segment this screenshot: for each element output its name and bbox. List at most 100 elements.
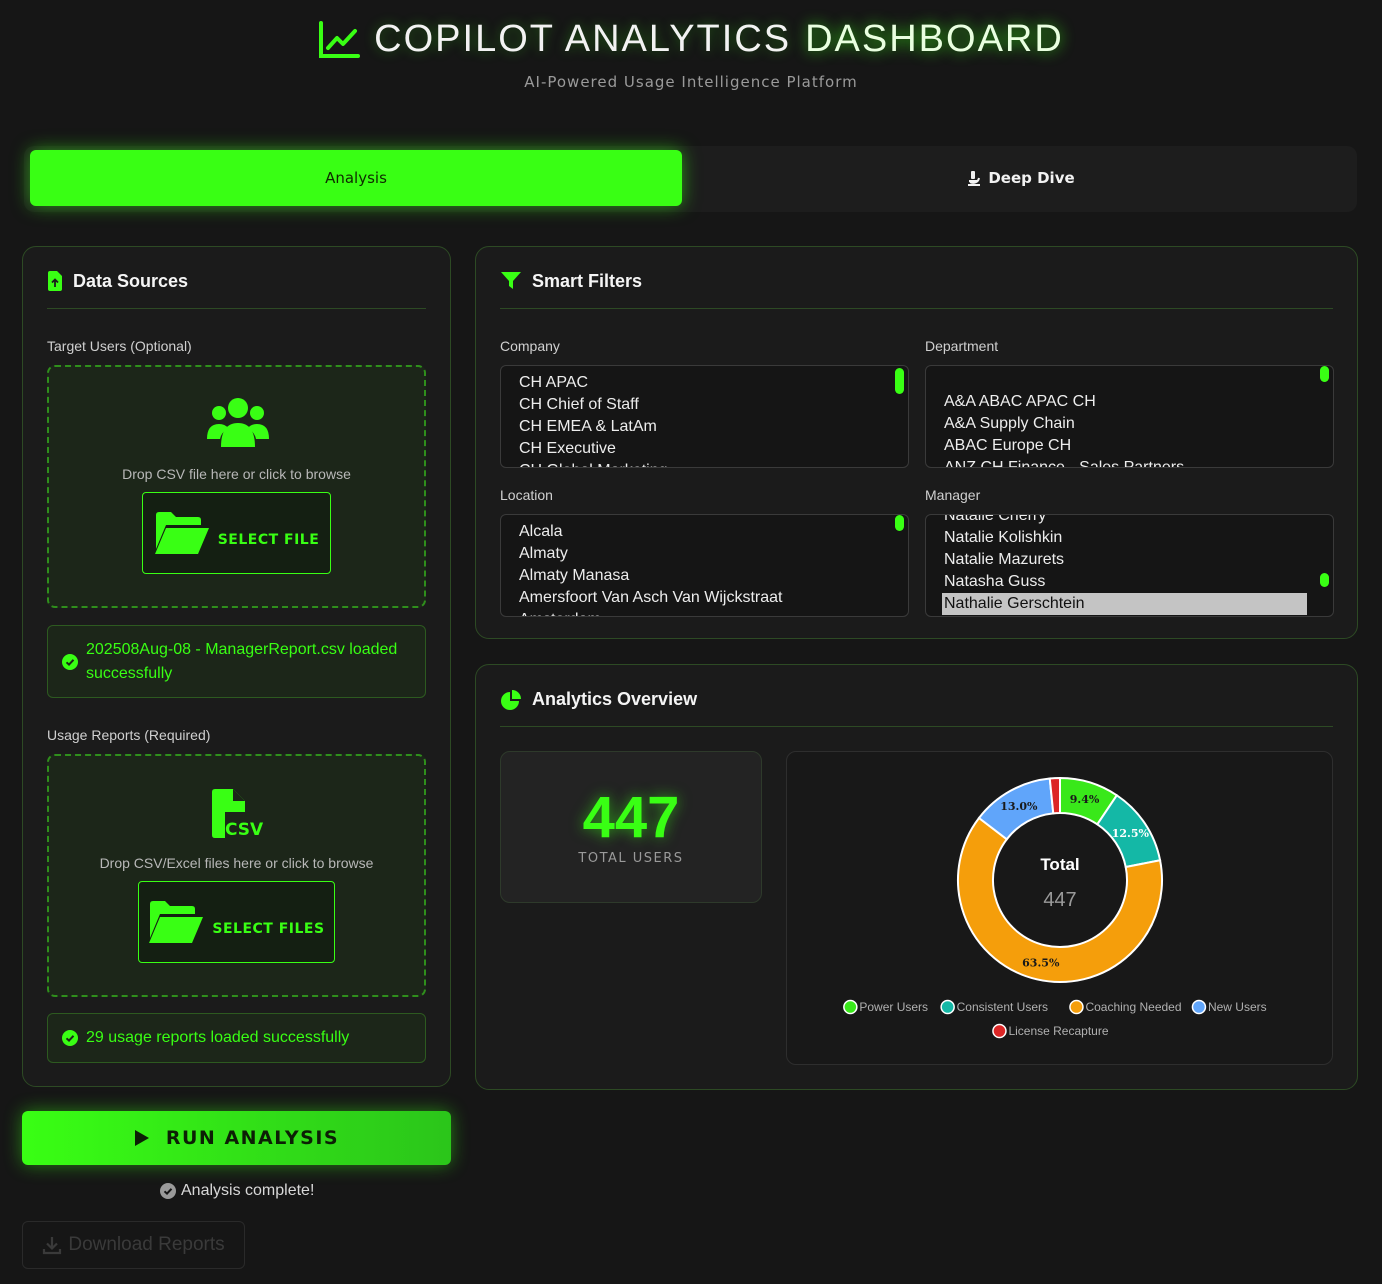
svg-text:Coaching Needed: Coaching Needed xyxy=(1085,1000,1181,1014)
location-option[interactable]: Almaty Manasa xyxy=(501,565,908,587)
main-tabs: Analysis Deep Dive xyxy=(24,146,1357,212)
company-option[interactable]: CH Chief of Staff xyxy=(501,394,908,416)
subtitle: AI-Powered Usage Intelligence Platform xyxy=(524,73,858,91)
donut-data-label: 63.5% xyxy=(1022,956,1060,969)
total-users-card: 447 TOTAL USERS xyxy=(500,751,762,903)
company-option[interactable]: CH EMEA & LatAm xyxy=(501,416,908,438)
check-circle-icon xyxy=(160,1183,176,1199)
department-option[interactable]: A&A Supply Chain xyxy=(926,413,1333,435)
company-option[interactable]: CH APAC xyxy=(501,372,908,394)
company-option[interactable]: CH Executive xyxy=(501,438,908,460)
folder-open-icon xyxy=(154,512,209,554)
location-listbox[interactable]: Alcala Almaty Almaty Manasa Amersfoort V… xyxy=(500,514,909,617)
donut-center-value: 447 xyxy=(1043,889,1076,911)
legend-item-consistent-users[interactable]: Consistent Users xyxy=(940,999,1048,1015)
target-users-dropzone[interactable]: Drop CSV file here or click to browse SE… xyxy=(47,365,426,608)
total-users-value: 447 xyxy=(582,785,680,850)
donut-data-label: 13.0% xyxy=(1000,800,1038,813)
data-sources-panel: Data Sources Target Users (Optional) Dro… xyxy=(22,246,451,1087)
usage-reports-drop-text: Drop CSV/Excel files here or click to br… xyxy=(99,855,374,871)
location-option[interactable]: Amsterdam xyxy=(501,609,908,616)
manager-option[interactable]: Natalie Mazurets xyxy=(926,549,1333,571)
manager-option[interactable]: Natalie Cherry xyxy=(926,515,1333,527)
department-label: Department xyxy=(925,338,999,354)
target-users-drop-text: Drop CSV file here or click to browse xyxy=(122,466,351,482)
location-option[interactable]: Alcala xyxy=(501,521,908,543)
folder-open-icon xyxy=(149,901,204,943)
select-files-label: SELECT FILES xyxy=(212,921,325,937)
company-scrollbar[interactable] xyxy=(895,368,904,394)
donut-data-label: 9.4% xyxy=(1070,793,1100,806)
analytics-overview-header: Analytics Overview xyxy=(500,689,1333,727)
legend-item-coaching-needed[interactable]: Coaching Needed xyxy=(1069,999,1182,1015)
department-listbox[interactable]: A&A ABAC APAC CH A&A Supply Chain ABAC E… xyxy=(925,365,1334,468)
legend-item-power-users[interactable]: Power Users xyxy=(843,999,928,1015)
svg-text:Consistent Users: Consistent Users xyxy=(957,1000,1048,1014)
smart-filters-header: Smart Filters xyxy=(500,271,1333,309)
location-scrollbar[interactable] xyxy=(895,515,904,531)
analysis-complete-status: Analysis complete! xyxy=(160,1182,314,1200)
manager-listbox[interactable]: Natalie Cherry Natalie Kolishkin Natalie… xyxy=(925,514,1334,617)
data-sources-header: Data Sources xyxy=(47,271,426,309)
tab-deep-dive-label: Deep Dive xyxy=(988,169,1075,187)
usage-reports-status-text: 29 usage reports loaded successfully xyxy=(86,1029,350,1046)
location-option[interactable]: Almaty xyxy=(501,543,908,565)
company-label: Company xyxy=(500,338,560,354)
manager-option-selected[interactable]: Nathalie Gerschtein xyxy=(942,593,1307,615)
location-option[interactable]: Amersfoort Van Asch Van Wijckstraat xyxy=(501,587,908,609)
manager-option[interactable]: Natasha Guss xyxy=(926,571,1333,593)
run-analysis-button[interactable]: RUN ANALYSIS xyxy=(22,1111,451,1165)
user-segments-chart-card: 9.4% 12.5% 63.5% 13.0% Total 447 Power Users Co… xyxy=(786,751,1333,1065)
svg-text:New Users: New Users xyxy=(1208,1000,1267,1014)
department-scrollbar[interactable] xyxy=(1320,366,1329,382)
department-option[interactable]: ANZ CH Finance - Sales Partners xyxy=(926,457,1333,467)
analysis-complete-text: Analysis complete! xyxy=(181,1182,315,1199)
department-option[interactable]: ABAC Europe CH xyxy=(926,435,1333,457)
smart-filters-panel: Smart Filters Company CH APAC CH Chief o… xyxy=(475,246,1358,639)
smart-filters-title: Smart Filters xyxy=(532,271,643,291)
target-users-label: Target Users (Optional) xyxy=(47,338,192,354)
microscope-icon xyxy=(968,170,981,186)
data-sources-title: Data Sources xyxy=(73,271,189,291)
user-segments-donut-chart: 9.4% 12.5% 63.5% 13.0% Total 447 Power Users Co… xyxy=(843,776,1267,1039)
check-circle-icon xyxy=(62,654,78,670)
manager-label: Manager xyxy=(925,487,981,503)
download-icon xyxy=(43,1237,62,1255)
department-option[interactable]: A&A ABAC APAC CH xyxy=(926,391,1333,413)
check-circle-icon xyxy=(62,1030,78,1046)
csv-file-icon: CSV xyxy=(212,789,263,840)
department-option[interactable] xyxy=(926,369,1333,391)
donut-center-label: Total xyxy=(1040,855,1079,874)
svg-text:Power Users: Power Users xyxy=(859,1000,928,1014)
legend-item-new-users[interactable]: New Users xyxy=(1191,999,1267,1015)
select-files-button[interactable]: SELECT FILES xyxy=(138,881,335,963)
donut-data-label: 12.5% xyxy=(1112,827,1150,840)
usage-reports-status: 29 usage reports loaded successfully xyxy=(47,1013,426,1063)
title-accent: DASHBOARD xyxy=(805,18,1064,60)
file-upload-icon xyxy=(48,271,62,291)
select-file-button[interactable]: SELECT FILE xyxy=(142,492,331,574)
company-option[interactable]: CH Global Marketing xyxy=(501,460,908,467)
svg-text:CSV: CSV xyxy=(225,820,263,840)
total-users-label: TOTAL USERS xyxy=(578,851,684,866)
usage-reports-dropzone[interactable]: CSV Drop CSV/Excel files here or click t… xyxy=(47,754,426,997)
usage-reports-label: Usage Reports (Required) xyxy=(47,727,211,743)
select-file-label: SELECT FILE xyxy=(217,532,320,548)
company-listbox[interactable]: CH APAC CH Chief of Staff CH EMEA & LatA… xyxy=(500,365,909,468)
play-icon xyxy=(134,1130,149,1146)
manager-scrollbar[interactable] xyxy=(1320,573,1329,587)
legend-item-license-recapture[interactable]: License Recapture xyxy=(992,1023,1109,1039)
tab-deep-dive[interactable]: Deep Dive xyxy=(688,150,1352,206)
manager-option[interactable]: Natalie Kolishkin xyxy=(926,527,1333,549)
users-icon xyxy=(207,398,269,447)
download-reports-button[interactable]: Download Reports xyxy=(22,1221,245,1269)
line-chart-icon xyxy=(319,20,361,58)
svg-text:License Recapture: License Recapture xyxy=(1008,1024,1108,1038)
analytics-overview-panel: Analytics Overview 447 TOTAL USERS 9.4% 1… xyxy=(475,664,1358,1090)
dashboard-title: COPILOT ANALYTICS DASHBOARD xyxy=(0,18,1382,63)
pie-chart-icon xyxy=(501,690,521,710)
filter-icon xyxy=(501,272,521,289)
tab-analysis[interactable]: Analysis xyxy=(30,150,682,206)
title-main: COPILOT ANALYTICS xyxy=(374,18,792,60)
target-users-status-text: 202508Aug-08 - ManagerReport.csv loaded … xyxy=(86,641,398,682)
